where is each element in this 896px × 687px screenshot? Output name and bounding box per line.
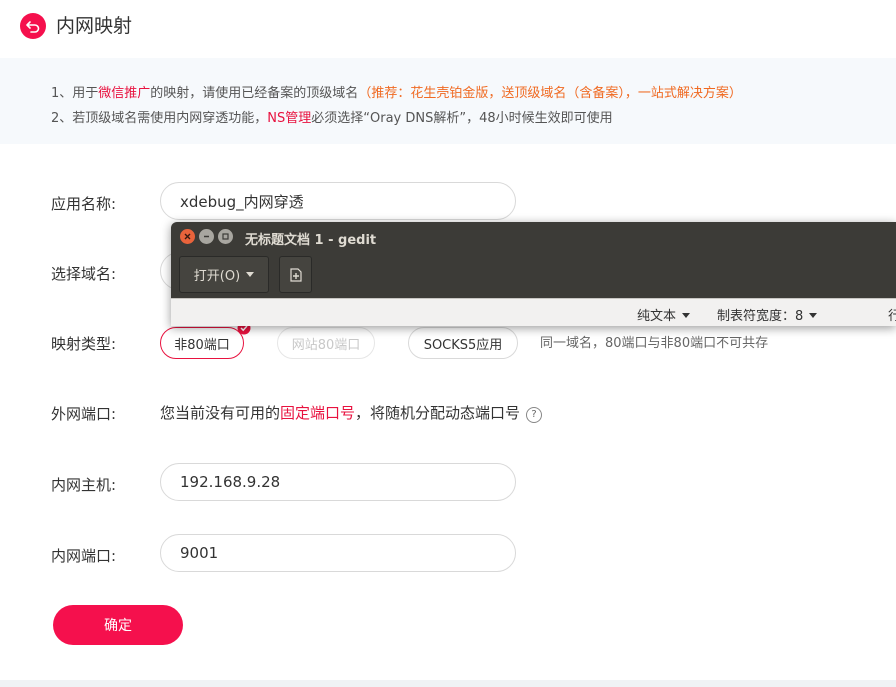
notice-text: 的映射，请使用已经备案的顶级域名 (150, 86, 359, 101)
bottom-bar (0, 680, 896, 687)
type-web80-button[interactable]: 网站80端口 (277, 327, 375, 359)
fixed-port-link[interactable]: 固定端口号 (280, 404, 355, 422)
chevron-down-icon (682, 313, 691, 318)
gedit-toolbar: 打开(O) (171, 252, 896, 298)
notice-panel: 1、用于微信推广的映射，请使用已经备案的顶级域名（推荐：花生壳铂金版，送顶级域名… (0, 58, 896, 144)
app-name-input[interactable]: xdebug_内网穿透 (160, 182, 516, 220)
chevron-down-icon (809, 313, 818, 318)
window-maximize-button[interactable] (218, 229, 233, 244)
type-non80-button[interactable]: 非80端口 (160, 321, 251, 359)
notice-line-2: 2、若顶级域名需使用内网穿透功能，NS管理必须选择“Oray DNS解析”，48… (51, 107, 613, 126)
notice-text: 1、用于 (51, 86, 99, 101)
window-close-button[interactable] (180, 229, 195, 244)
gedit-titlebar[interactable]: 无标题文档 1 - gedit (171, 222, 896, 252)
inner-port-value: 9001 (180, 544, 219, 562)
window-minimize-button[interactable] (199, 229, 214, 244)
tab-width-selector[interactable]: 制表符宽度：8 (717, 305, 818, 324)
type-web80-label: 网站80端口 (291, 337, 361, 353)
inner-host-label: 内网主机: (51, 476, 117, 494)
maximize-icon (222, 233, 229, 240)
back-button[interactable] (20, 13, 46, 39)
type-socks5-label: SOCKS5应用 (423, 337, 503, 353)
app-name-value: xdebug_内网穿透 (180, 192, 304, 211)
help-icon[interactable]: ? (526, 406, 543, 423)
external-port-label: 外网端口: (51, 405, 117, 423)
language-selector[interactable]: 纯文本 (637, 305, 691, 324)
new-tab-button[interactable] (279, 256, 312, 293)
ns-manage-link[interactable]: NS管理 (267, 111, 311, 126)
type-hint: 同一域名，80端口与非80端口不可共存 (540, 336, 769, 351)
open-label: 打开(O) (193, 269, 241, 284)
confirm-button[interactable]: 确定 (53, 605, 183, 645)
type-socks5-button[interactable]: SOCKS5应用 (408, 327, 518, 359)
notice-line-1: 1、用于微信推广的映射，请使用已经备案的顶级域名（推荐：花生壳铂金版，送顶级域名… (51, 82, 742, 101)
inner-host-value: 192.168.9.28 (180, 473, 281, 491)
tab-width-label: 制表符宽度：8 (717, 309, 804, 324)
minimize-icon (204, 235, 209, 238)
new-document-icon (289, 267, 302, 282)
language-label: 纯文本 (637, 309, 677, 324)
back-arrow-icon (26, 21, 40, 33)
type-label: 映射类型: (51, 335, 117, 353)
app-name-label: 应用名称: (51, 195, 117, 213)
inner-host-input[interactable]: 192.168.9.28 (160, 463, 516, 501)
chevron-down-icon (246, 272, 255, 277)
gedit-statusbar: 纯文本 制表符宽度：8 行 (171, 298, 896, 326)
domain-label: 选择域名: (51, 265, 117, 283)
recommend-link[interactable]: （推荐：花生壳铂金版，送顶级域名（含备案），一站式解决方案） (358, 86, 742, 101)
line-position[interactable]: 行 (888, 305, 896, 324)
gedit-title: 无标题文档 1 - gedit (245, 233, 377, 248)
wechat-promo-link[interactable]: 微信推广 (98, 86, 150, 101)
type-non80-label: 非80端口 (174, 337, 230, 353)
inner-port-input[interactable]: 9001 (160, 534, 516, 572)
gedit-window[interactable]: 无标题文档 1 - gedit 打开(O) 纯文本 制表符宽度：8 行 (171, 222, 896, 326)
port-text: 您当前没有可用的 (160, 404, 281, 422)
notice-text: 2、若顶级域名需使用内网穿透功能， (51, 111, 268, 126)
page-title: 内网映射 (56, 15, 133, 37)
inner-port-label: 内网端口: (51, 547, 117, 565)
open-button[interactable]: 打开(O) (179, 256, 269, 293)
page-header: 内网映射 (0, 0, 896, 56)
close-icon (184, 233, 191, 240)
port-text: ，将随机分配动态端口号 (355, 404, 521, 422)
notice-text: 必须选择“Oray DNS解析”，48小时候生效即可使用 (311, 111, 613, 126)
external-port-info: 您当前没有可用的固定端口号，将随机分配动态端口号? (160, 402, 543, 423)
